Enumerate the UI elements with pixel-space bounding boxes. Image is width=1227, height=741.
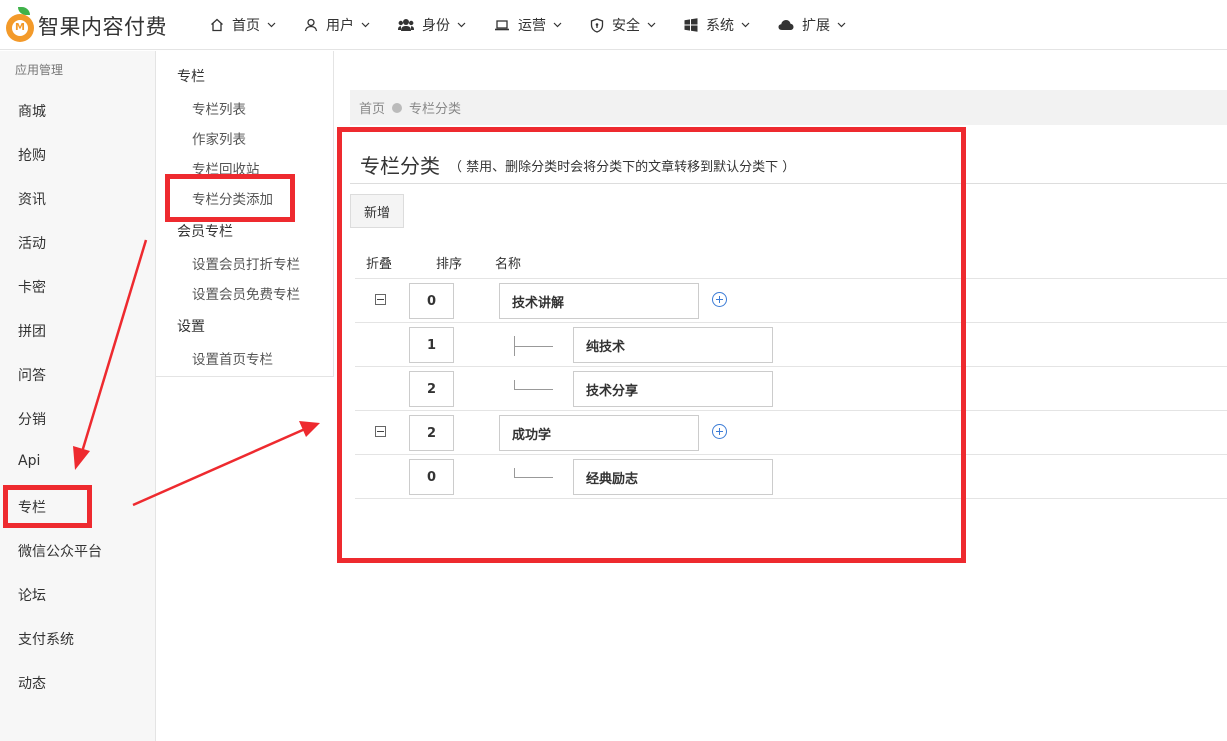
annotation-arrows bbox=[73, 239, 320, 507]
annotation-arrow-right bbox=[132, 427, 306, 507]
arrow-head-icon bbox=[73, 446, 90, 470]
annotation-arrow-down bbox=[80, 239, 148, 453]
